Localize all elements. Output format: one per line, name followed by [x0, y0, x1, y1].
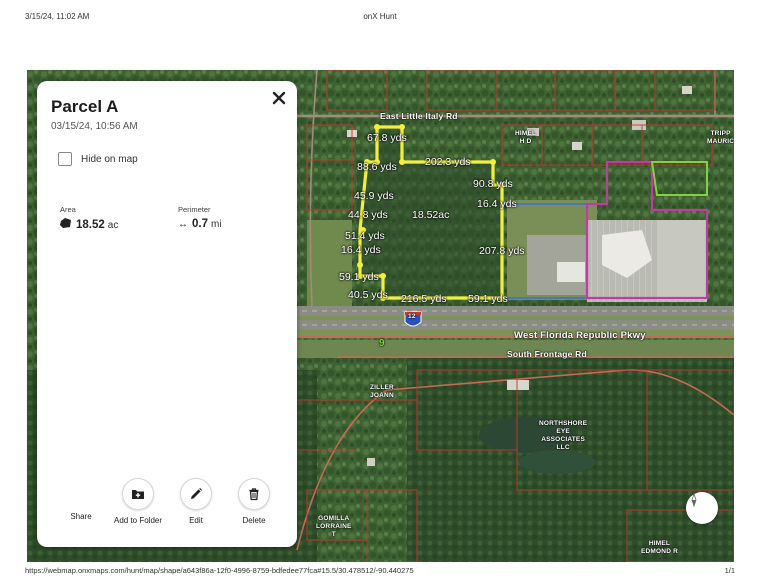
print-title: onX Hunt: [363, 12, 397, 21]
road-label-east-little-italy: East Little Italy Rd: [380, 111, 458, 121]
area-icon: [60, 218, 71, 228]
trash-icon: [249, 488, 259, 501]
perimeter-title: Perimeter: [178, 205, 211, 214]
dimension-label: 207.8 yds: [479, 245, 525, 257]
print-header: 3/15/24, 11:02 AM onX Hunt: [0, 12, 761, 26]
owner-label-tripp: TRIPP MAURIC: [707, 130, 734, 145]
perimeter-arrow-icon: ↔: [178, 219, 188, 230]
owner-label-gomilla: GOMILLA LORRAINE T: [316, 515, 352, 538]
hide-on-map-label: Hide on map: [81, 153, 138, 165]
dimension-label: 44.8 yds: [348, 209, 388, 221]
dimension-label: 40.5 yds: [348, 289, 388, 301]
dimension-label: 216.5 yds: [401, 293, 447, 305]
dimension-label: 51.4 yds: [345, 230, 385, 242]
add-to-folder-button[interactable]: Add to Folder: [108, 478, 168, 525]
parcel-detail-panel: Parcel A 03/15/24, 10:56 AM Hide on map …: [37, 81, 297, 547]
owner-label-himel-hd: HIMEL H D: [515, 130, 537, 145]
hide-on-map-checkbox[interactable]: [58, 152, 72, 166]
parcel-date: 03/15/24, 10:56 AM: [51, 121, 138, 132]
road-label-west-florida: West Florida Republic Pkwy: [514, 330, 646, 341]
dimension-label: 59.1 yds: [468, 293, 508, 305]
dimension-label: 59.1 yds: [339, 271, 379, 283]
route-number: 9: [379, 338, 385, 349]
area-stat: Area 18.52 ac: [60, 205, 118, 231]
interstate-number: 12: [408, 313, 416, 320]
perimeter-value: 0.7: [192, 218, 208, 230]
dimension-label: 202.3 yds: [425, 156, 471, 168]
edit-label: Edit: [189, 516, 203, 525]
owner-label-ziller: ZILLER JOANN: [370, 384, 394, 399]
print-page-number: 1/1: [724, 566, 735, 575]
close-icon: [272, 91, 286, 105]
print-datetime: 3/15/24, 11:02 AM: [25, 12, 90, 21]
add-to-folder-icon: [132, 490, 144, 499]
dimension-label: 88.6 yds: [357, 161, 397, 173]
hide-on-map-toggle[interactable]: Hide on map: [58, 151, 138, 167]
dimension-label: 90.8 yds: [473, 178, 513, 190]
action-bar: Share Add to Folder Edit Delete: [37, 478, 297, 528]
road-label-south-frontage: South Frontage Rd: [507, 349, 587, 359]
close-button[interactable]: [270, 89, 288, 107]
pencil-icon: [191, 488, 202, 499]
area-value: 18.52: [76, 219, 105, 231]
share-label: Share: [70, 512, 92, 521]
parcel-area-label: 18.52ac: [412, 209, 450, 221]
add-to-folder-label: Add to Folder: [113, 516, 163, 525]
delete-button[interactable]: Delete: [224, 478, 284, 525]
compass-button[interactable]: [686, 492, 718, 524]
area-title: Area: [60, 205, 76, 214]
edit-button[interactable]: Edit: [166, 478, 226, 525]
owner-label-northshore: NORTHSHORE EYE ASSOCIATES LLC: [539, 420, 588, 451]
dimension-label: 45.9 yds: [354, 190, 394, 202]
compass-icon: [691, 492, 697, 508]
share-button[interactable]: Share: [51, 512, 111, 521]
owner-label-himel-edmond: HIMEL EDMOND R: [641, 540, 678, 555]
dimension-label: 16.4 yds: [477, 198, 517, 210]
perimeter-unit: mi: [211, 219, 222, 230]
dimension-label: 16.4 yds: [341, 244, 381, 256]
area-unit: ac: [107, 220, 119, 231]
parcel-title: Parcel A: [51, 97, 119, 116]
print-url: https://webmap.onxmaps.com/hunt/map/shap…: [25, 566, 414, 575]
perimeter-stat: Perimeter ↔ 0.7 mi: [178, 205, 222, 230]
delete-label: Delete: [242, 516, 266, 525]
dimension-label: 67.8 yds: [367, 132, 407, 144]
